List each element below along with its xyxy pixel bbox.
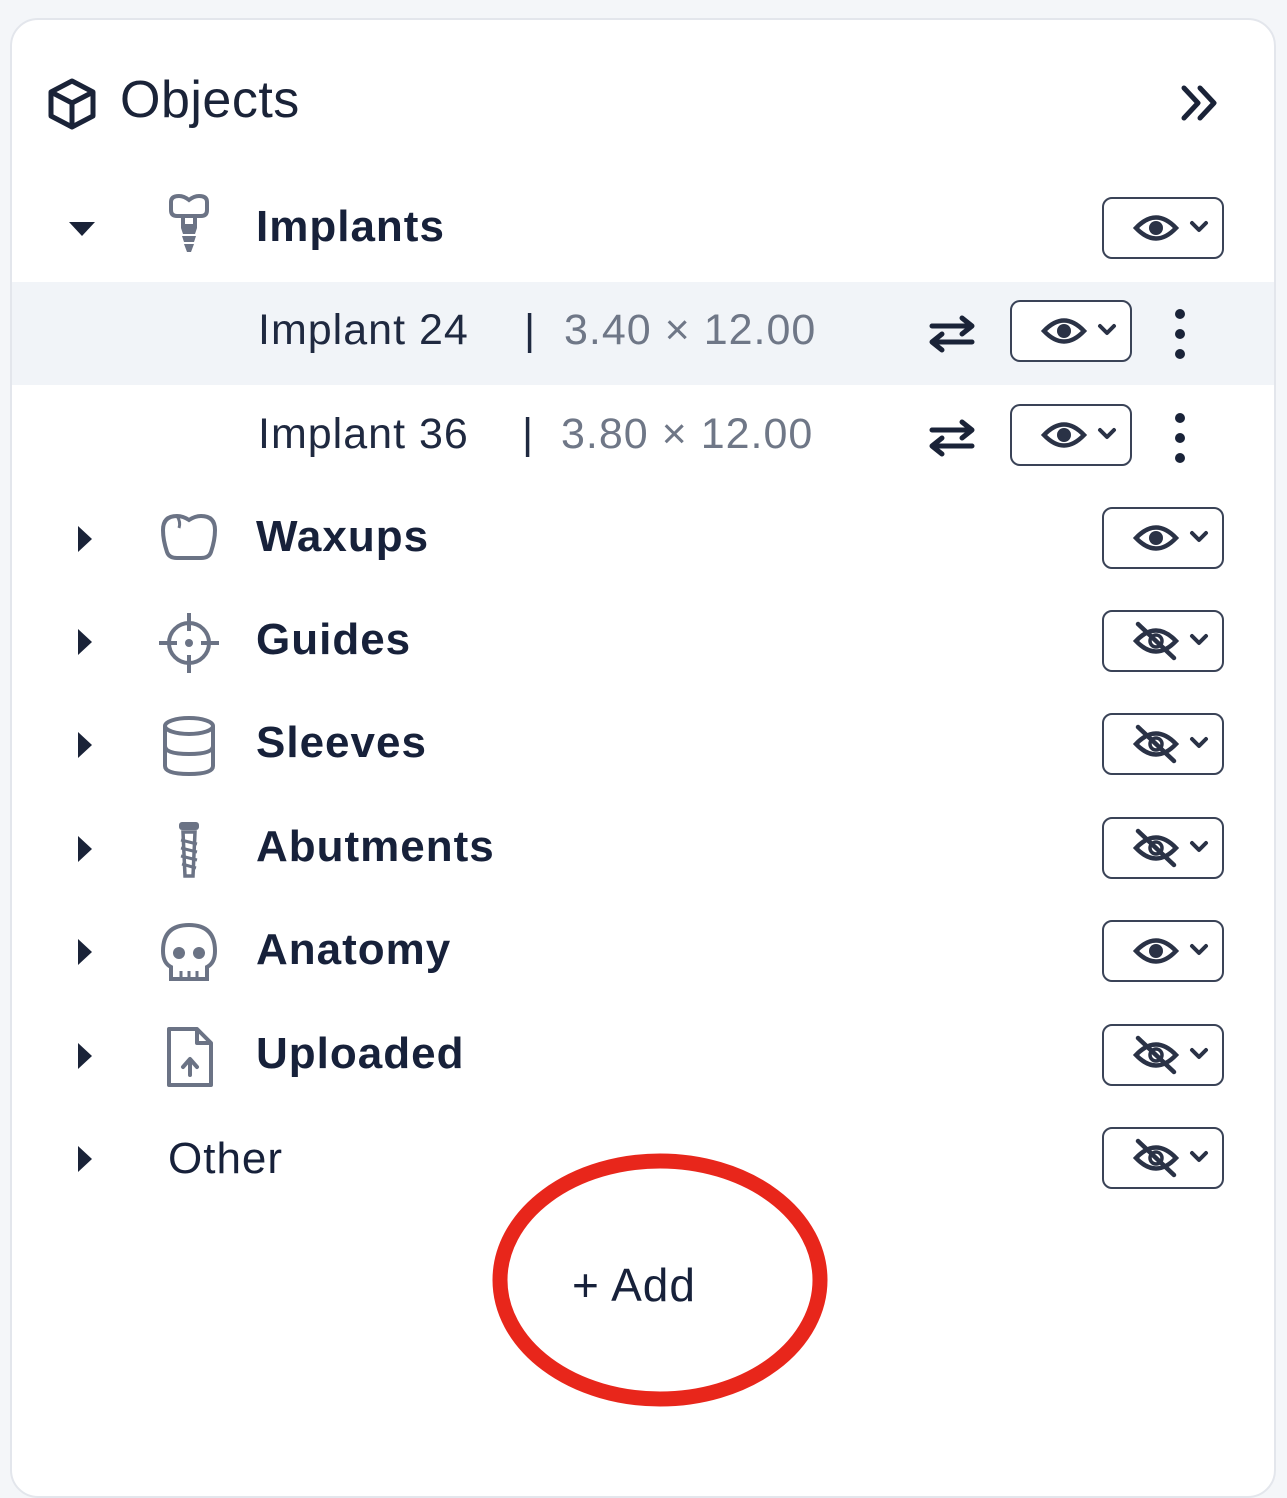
objects-panel: Objects Implants Implant 24 | 3.40 × 12.…: [10, 18, 1276, 1498]
category-label-sleeves: Sleeves: [256, 718, 427, 767]
caret-right-icon[interactable]: [70, 1041, 100, 1071]
category-label-anatomy: Anatomy: [256, 925, 452, 974]
eye-icon: [1132, 938, 1208, 964]
visibility-dropdown-item[interactable]: [1010, 300, 1132, 362]
category-label-waxups: Waxups: [256, 512, 430, 561]
panel-title: Objects: [120, 71, 300, 129]
category-row-waxups[interactable]: Waxups: [12, 488, 1274, 591]
eye-off-icon: [1132, 828, 1208, 868]
eye-off-icon: [1132, 724, 1208, 764]
eye-icon: [1132, 215, 1208, 241]
cylinder-icon: [163, 716, 215, 777]
tooth-icon: [160, 513, 218, 560]
implant-name: Implant 36: [258, 410, 469, 458]
screw-icon: [179, 822, 199, 878]
visibility-dropdown-item[interactable]: [1010, 404, 1132, 466]
cube-icon: [48, 78, 96, 130]
separator: |: [522, 410, 534, 458]
implant-dimensions: 3.40 × 12.00: [564, 306, 817, 354]
category-row-uploaded[interactable]: Uploaded: [12, 1005, 1274, 1108]
annotation-circle: [492, 1153, 828, 1407]
visibility-dropdown-anatomy[interactable]: [1102, 920, 1224, 982]
eye-icon: [1132, 525, 1208, 551]
implant-item-row[interactable]: Implant 36 | 3.80 × 12.00: [12, 386, 1274, 489]
implant-icon: [169, 194, 209, 252]
visibility-dropdown-abutments[interactable]: [1102, 817, 1224, 879]
implant-name: Implant 24: [258, 306, 469, 354]
caret-right-icon[interactable]: [70, 730, 100, 760]
double-chevron-right-icon[interactable]: [1174, 78, 1226, 128]
category-label-implants: Implants: [256, 202, 445, 251]
caret-right-icon[interactable]: [70, 627, 100, 657]
caret-right-icon[interactable]: [70, 834, 100, 864]
eye-icon: [1040, 318, 1116, 344]
more-vertical-icon[interactable]: [1168, 306, 1192, 362]
category-row-anatomy[interactable]: Anatomy: [12, 901, 1274, 1004]
visibility-dropdown-waxups[interactable]: [1102, 507, 1224, 569]
caret-right-icon[interactable]: [70, 937, 100, 967]
category-row-implants[interactable]: Implants: [12, 178, 1274, 281]
eye-off-icon: [1132, 1138, 1208, 1178]
category-label-other: Other: [168, 1134, 284, 1183]
visibility-dropdown-sleeves[interactable]: [1102, 713, 1224, 775]
category-label-guides: Guides: [256, 615, 412, 664]
separator: |: [524, 306, 536, 354]
eye-icon: [1040, 422, 1116, 448]
caret-down-icon[interactable]: [67, 214, 97, 244]
visibility-dropdown-other[interactable]: [1102, 1127, 1224, 1189]
file-upload-icon: [167, 1027, 213, 1087]
visibility-dropdown-implants[interactable]: [1102, 197, 1224, 259]
eye-off-icon: [1132, 1035, 1208, 1075]
more-vertical-icon[interactable]: [1168, 410, 1192, 466]
eye-off-icon: [1132, 621, 1208, 661]
crosshair-icon: [159, 613, 219, 673]
visibility-dropdown-uploaded[interactable]: [1102, 1024, 1224, 1086]
implant-item-row[interactable]: Implant 24 | 3.40 × 12.00: [12, 282, 1274, 385]
swap-arrows-icon[interactable]: [924, 312, 980, 356]
implant-dimensions: 3.80 × 12.00: [561, 410, 814, 458]
category-row-guides[interactable]: Guides: [12, 591, 1274, 694]
swap-arrows-icon[interactable]: [924, 416, 980, 460]
caret-right-icon[interactable]: [70, 524, 100, 554]
caret-right-icon[interactable]: [70, 1144, 100, 1174]
category-row-sleeves[interactable]: Sleeves: [12, 694, 1274, 797]
visibility-dropdown-guides[interactable]: [1102, 610, 1224, 672]
skull-icon: [160, 922, 218, 981]
category-label-abutments: Abutments: [256, 822, 495, 871]
category-label-uploaded: Uploaded: [256, 1029, 465, 1078]
category-row-abutments[interactable]: Abutments: [12, 798, 1274, 901]
